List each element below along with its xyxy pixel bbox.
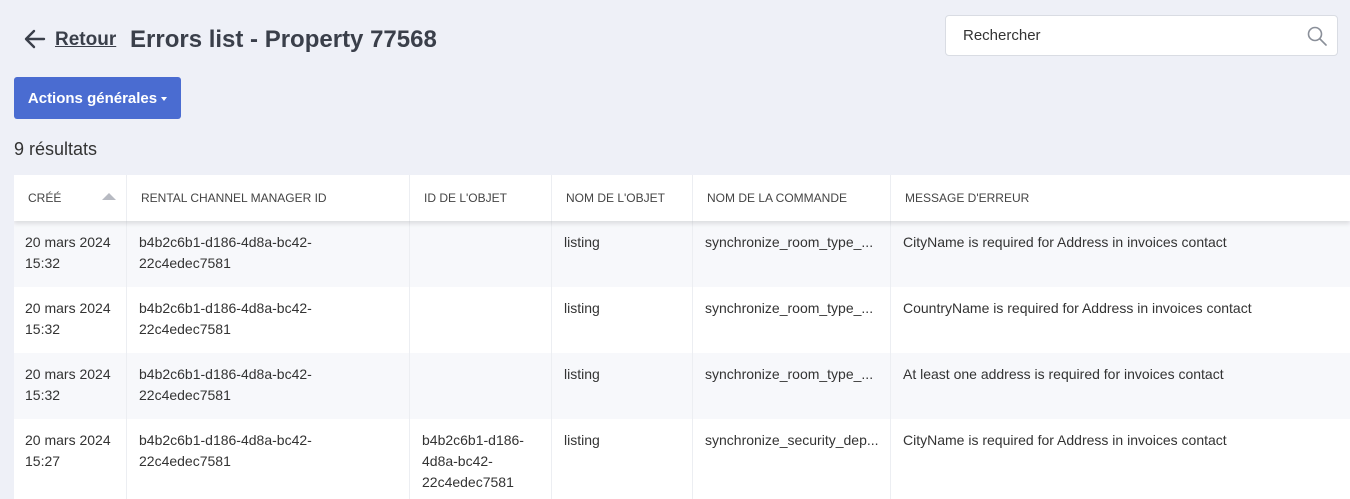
column-header-label: ID de l'objet [424, 191, 507, 205]
back-arrow-icon[interactable] [24, 28, 46, 50]
table-row[interactable]: 20 mars 2024 15:32 b4b2c6b1-d186-4d8a-bc… [14, 221, 1350, 287]
rcm-id: b4b2c6b1-d186-4d8a-bc42- [139, 234, 312, 250]
page-title: Errors list - Property 77568 [130, 26, 437, 53]
created-date: 20 mars 2024 [25, 432, 111, 448]
table-header: Créé Rental Channel Manager ID ID de l'o… [14, 175, 1350, 221]
column-header-label: Message d'erreur [905, 191, 1030, 205]
search-box[interactable] [945, 15, 1338, 56]
created-time: 15:32 [25, 387, 61, 403]
column-header-rcm-id[interactable]: Rental Channel Manager ID [127, 175, 410, 221]
sort-ascending-icon[interactable] [102, 193, 116, 200]
column-header-label: Créé [28, 191, 62, 205]
error-message: CityName is required for Address in invo… [903, 234, 1227, 250]
column-header-object-name[interactable]: Nom de l'objet [552, 175, 693, 221]
created-time: 15:27 [25, 453, 61, 469]
rcm-id: b4b2c6b1-d186-4d8a-bc42- [139, 366, 312, 382]
created-time: 15:32 [25, 321, 61, 337]
general-actions-label: Actions générales [27, 89, 158, 107]
object-name: listing [552, 419, 693, 499]
error-message: At least one address is required for inv… [903, 366, 1224, 382]
command-name: synchronize_room_type_... [693, 221, 891, 287]
caret-down-icon [161, 97, 168, 101]
object-id: b4b2c6b1-d186- [422, 432, 524, 448]
created-date: 20 mars 2024 [25, 300, 111, 316]
command-name: synchronize_security_dep... [693, 419, 891, 499]
column-header-command-name[interactable]: Nom de la commande [693, 175, 891, 221]
search-input[interactable] [961, 26, 1295, 45]
column-header-label: Rental Channel Manager ID [141, 191, 327, 205]
object-id: 22c4edec7581 [422, 474, 514, 490]
column-header-label: Nom de l'objet [566, 191, 665, 205]
table-row[interactable]: 20 mars 2024 15:32 b4b2c6b1-d186-4d8a-bc… [14, 287, 1350, 353]
errors-table: Créé Rental Channel Manager ID ID de l'o… [14, 175, 1350, 499]
object-name: listing [552, 221, 693, 287]
rcm-id: 22c4edec7581 [139, 387, 231, 403]
command-name: synchronize_room_type_... [693, 287, 891, 353]
command-name: synchronize_room_type_... [693, 353, 891, 419]
rcm-id: 22c4edec7581 [139, 255, 231, 271]
column-header-object-id[interactable]: ID de l'objet [410, 175, 552, 221]
rcm-id: 22c4edec7581 [139, 453, 231, 469]
back-link[interactable]: Retour [55, 29, 116, 51]
object-name: listing [552, 287, 693, 353]
table-row[interactable]: 20 mars 2024 15:27 b4b2c6b1-d186-4d8a-bc… [14, 419, 1350, 499]
search-icon[interactable] [1307, 26, 1327, 46]
table-row[interactable]: 20 mars 2024 15:32 b4b2c6b1-d186-4d8a-bc… [14, 353, 1350, 419]
error-message: CityName is required for Address in invo… [903, 432, 1227, 448]
created-time: 15:32 [25, 255, 61, 271]
general-actions-button[interactable]: Actions générales [14, 77, 181, 119]
object-name: listing [552, 353, 693, 419]
rcm-id: b4b2c6b1-d186-4d8a-bc42- [139, 300, 312, 316]
column-header-label: Nom de la commande [707, 191, 848, 205]
created-date: 20 mars 2024 [25, 366, 111, 382]
rcm-id: b4b2c6b1-d186-4d8a-bc42- [139, 432, 312, 448]
created-date: 20 mars 2024 [25, 234, 111, 250]
column-header-created[interactable]: Créé [14, 175, 127, 221]
object-id: 4d8a-bc42- [422, 453, 493, 469]
column-header-error-message[interactable]: Message d'erreur [891, 175, 1350, 221]
results-count: 9 résultats [14, 139, 98, 159]
rcm-id: 22c4edec7581 [139, 321, 231, 337]
error-message: CountryName is required for Address in i… [903, 300, 1252, 316]
